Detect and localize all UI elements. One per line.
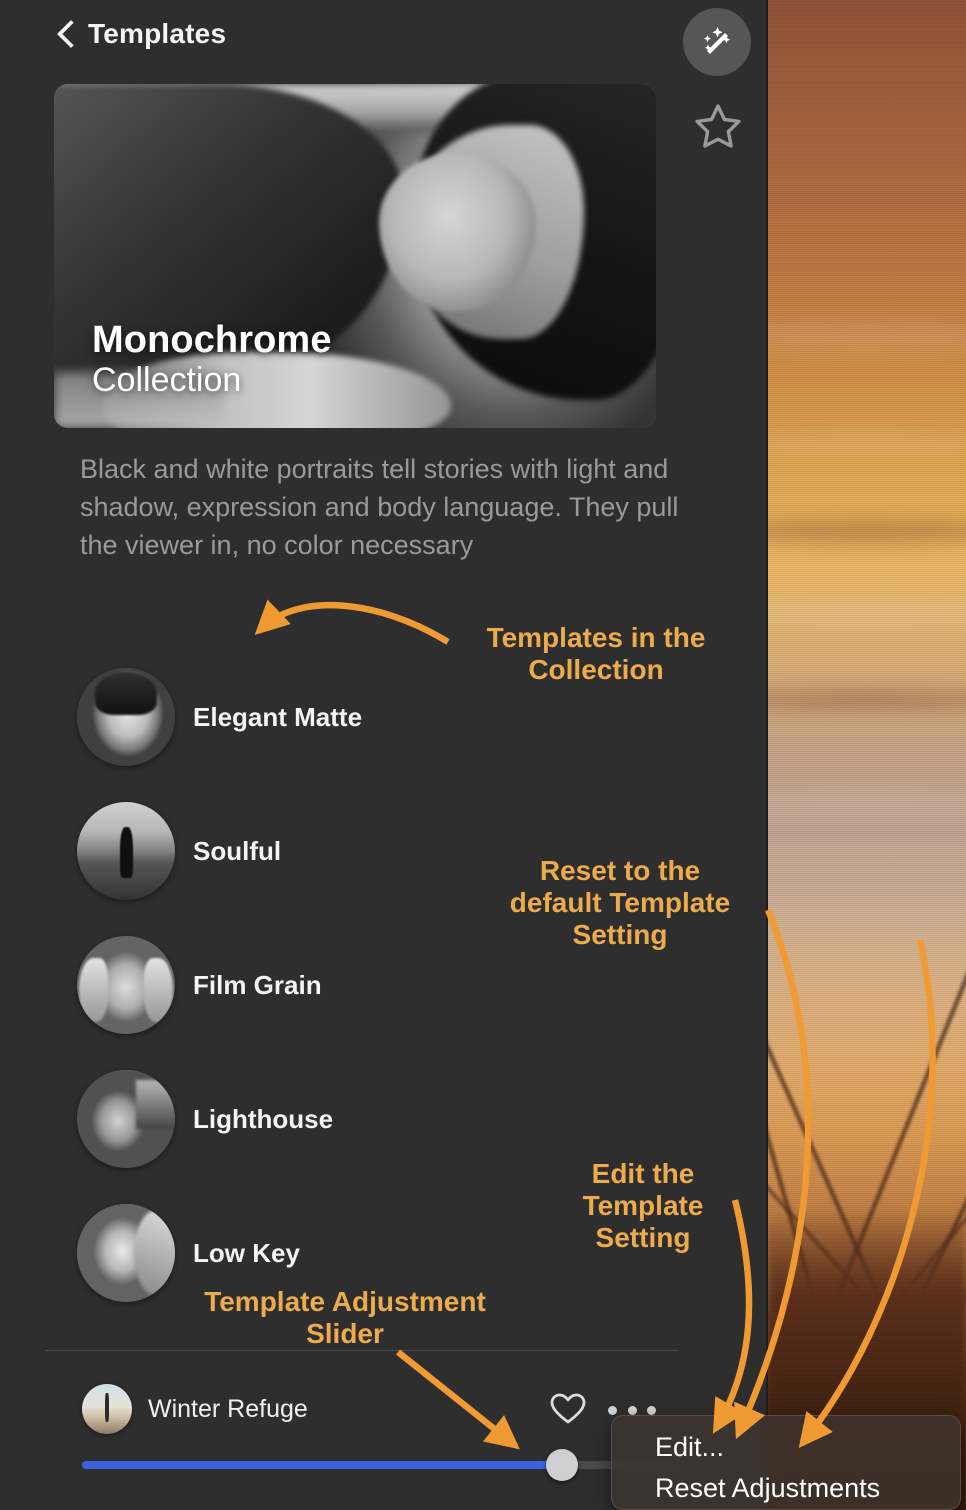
hero-titles: Monochrome Collection [92, 319, 332, 400]
panel-header: Templates [0, 0, 768, 148]
annotation-templates-in-collection: Templates in the Collection [486, 622, 706, 685]
ellipsis-dot [627, 1405, 637, 1415]
heart-svg [550, 1393, 586, 1424]
page-title: Templates [88, 18, 227, 49]
chevron-left-icon [58, 20, 74, 48]
template-name: Soulful [193, 835, 282, 866]
collection-title: Monochrome [92, 319, 332, 362]
annotation-edit-template: Edit the Template Setting [582, 1158, 704, 1253]
template-thumbnail [77, 1070, 175, 1168]
template-name: Film Grain [193, 969, 322, 1000]
star-outline-icon[interactable] [692, 100, 744, 152]
templates-panel: Templates Monochrome Collection Black an… [0, 0, 768, 1510]
magic-wand-svg [703, 27, 731, 54]
photo-grain [768, 0, 966, 1510]
magic-wand-sparkles-icon[interactable] [683, 8, 751, 76]
template-name: Elegant Matte [193, 701, 363, 732]
star-svg [695, 104, 741, 148]
template-name: Low Key [193, 1237, 300, 1268]
template-thumbnail [77, 936, 175, 1034]
slider-fill [82, 1461, 562, 1469]
context-menu: Edit... Reset Adjustments [611, 1415, 961, 1510]
preset-thumbnail [82, 1384, 132, 1434]
section-divider [45, 1350, 678, 1351]
slider-thumb[interactable] [546, 1449, 578, 1481]
template-name: Lighthouse [193, 1103, 334, 1134]
ellipsis-dot [608, 1405, 617, 1415]
back-button[interactable]: Templates [58, 18, 226, 50]
menu-item-edit[interactable]: Edit... [655, 1432, 724, 1463]
ellipsis-dot [647, 1405, 656, 1415]
heart-outline-icon[interactable] [548, 1389, 588, 1429]
collection-subtitle: Collection [92, 360, 242, 399]
template-adjustment-slider[interactable] [82, 1445, 682, 1485]
menu-item-reset-adjustments[interactable]: Reset Adjustments [655, 1473, 880, 1504]
preset-name: Winter Refuge [148, 1395, 308, 1423]
app-root: Templates Monochrome Collection Black an… [0, 0, 966, 1510]
collection-description: Black and white portraits tell stories w… [80, 454, 679, 560]
template-thumbnail [77, 668, 175, 766]
background-photo [768, 0, 966, 1510]
annotation-adjustment-slider: Template Adjustment Slider [204, 1286, 486, 1349]
annotation-reset-default: Reset to the default Template Setting [509, 855, 731, 950]
collection-hero-card[interactable]: Monochrome Collection [54, 84, 656, 428]
template-thumbnail [77, 802, 175, 900]
